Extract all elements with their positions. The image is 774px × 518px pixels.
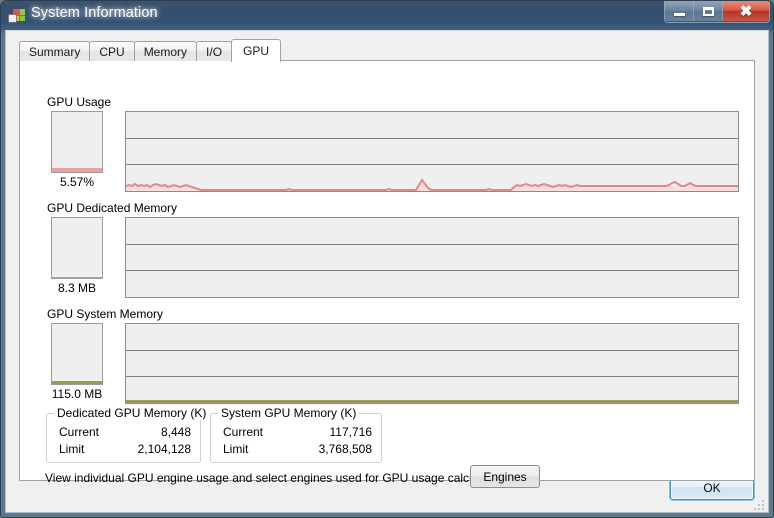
maximize-button[interactable] — [694, 1, 723, 21]
system-gpu-memory-group: System GPU Memory (K) Current 117,716 Li… — [210, 406, 382, 463]
system-information-window: System Information ✖ Summary CPU Memory … — [0, 0, 774, 518]
system-current-label: Current — [223, 425, 264, 439]
gpu-usage-title: GPU Usage — [47, 95, 112, 109]
window-title: System Information — [31, 5, 158, 21]
system-limit-value: 3,768,508 — [318, 442, 372, 456]
gpu-system-memory-gauge-fill — [52, 381, 102, 384]
gpu-usage-plot — [126, 178, 738, 191]
tab-summary-label: Summary — [29, 44, 81, 59]
resize-grip[interactable] — [753, 498, 765, 510]
system-current-value: 117,716 — [329, 425, 373, 439]
dialog-client-area: Summary CPU Memory I/O GPU GPU Usage 5.5… — [5, 30, 769, 513]
dedicated-gpu-memory-group-title: Dedicated GPU Memory (K) — [54, 406, 210, 420]
tab-summary[interactable]: Summary — [19, 41, 91, 61]
gpu-dedicated-memory-plot — [126, 218, 738, 297]
tab-io[interactable]: I/O — [196, 41, 233, 61]
gpu-tab-page: GPU Usage 5.57% GPU Dedicated Memory 8.3… — [19, 60, 755, 488]
title-bar[interactable]: System Information ✖ — [0, 0, 774, 30]
tab-cpu-label: CPU — [99, 44, 125, 59]
close-button[interactable]: ✖ — [723, 1, 769, 21]
minimize-icon — [673, 13, 685, 16]
close-icon: ✖ — [739, 2, 753, 20]
gpu-usage-graph — [125, 111, 739, 192]
dedicated-limit-value: 2,104,128 — [137, 442, 191, 456]
engines-description: View individual GPU engine usage and sel… — [45, 471, 514, 485]
gpu-system-memory-title: GPU System Memory — [47, 307, 164, 321]
gpu-dedicated-memory-gauge-fill — [52, 277, 102, 278]
gpu-dedicated-memory-graph — [125, 217, 739, 298]
tab-memory[interactable]: Memory — [133, 41, 198, 61]
gpu-system-memory-graph — [125, 323, 739, 404]
tab-io-label: I/O — [206, 44, 223, 59]
gpu-usage-gauge-fill — [52, 168, 102, 172]
tab-gpu[interactable]: GPU — [231, 39, 282, 62]
tab-cpu[interactable]: CPU — [89, 41, 135, 61]
system-gpu-memory-group-title: System GPU Memory (K) — [218, 406, 360, 420]
gpu-system-memory-plot — [126, 400, 738, 403]
dedicated-current-value: 8,448 — [160, 425, 191, 439]
minimize-button[interactable] — [665, 1, 694, 21]
gpu-dedicated-memory-title: GPU Dedicated Memory — [47, 201, 178, 215]
gpu-dedicated-memory-gauge — [51, 217, 103, 279]
system-limit-label: Limit — [223, 442, 249, 456]
tab-memory-label: Memory — [143, 44, 188, 59]
gpu-usage-value: 5.57% — [59, 175, 95, 189]
dedicated-current-label: Current — [59, 425, 100, 439]
gpu-system-memory-value: 115.0 MB — [51, 387, 103, 401]
gpu-dedicated-memory-value: 8.3 MB — [57, 281, 96, 295]
process-explorer-icon — [8, 6, 26, 24]
gpu-system-memory-gauge — [51, 323, 103, 385]
maximize-icon — [702, 6, 714, 16]
dedicated-limit-label: Limit — [59, 442, 85, 456]
window-controls: ✖ — [664, 1, 770, 23]
tab-strip: Summary CPU Memory I/O GPU — [19, 39, 282, 62]
dedicated-gpu-memory-group: Dedicated GPU Memory (K) Current 8,448 L… — [46, 406, 210, 463]
tab-gpu-label: GPU — [243, 44, 270, 58]
engines-button[interactable]: Engines — [470, 465, 540, 488]
gpu-usage-gauge — [51, 111, 103, 173]
